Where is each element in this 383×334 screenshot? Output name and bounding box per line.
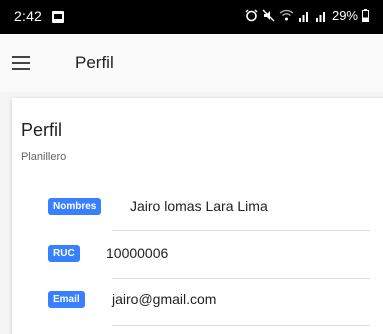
nombres-value: Jairo lomas Lara Lima <box>130 198 268 214</box>
ruc-divider <box>112 278 370 279</box>
ruc-badge: RUC <box>48 245 80 262</box>
signal-icon <box>298 11 308 22</box>
menu-icon[interactable] <box>12 51 36 75</box>
wifi-icon <box>279 9 294 21</box>
app-title: Perfil <box>75 53 114 72</box>
status-time: 2:42 <box>14 8 43 24</box>
email-value: jairo@gmail.com <box>112 291 217 307</box>
profile-title: Perfil <box>21 120 63 140</box>
image-notification-icon <box>52 11 64 23</box>
battery-level: 29% <box>331 8 358 23</box>
profile-subtitle: Planillero <box>21 151 67 163</box>
signal-icon-2 <box>315 11 325 22</box>
battery-icon <box>362 9 369 22</box>
email-badge: Email <box>48 291 85 308</box>
mute-icon <box>262 9 275 22</box>
alarm-icon <box>245 9 258 22</box>
ruc-value: 10000006 <box>106 245 169 261</box>
app-bar: Perfil <box>0 34 383 92</box>
nombres-divider <box>112 230 370 231</box>
nombres-badge: Nombres <box>48 198 102 215</box>
status-bar: 2:42 29% <box>0 0 383 34</box>
email-divider <box>112 325 370 326</box>
status-icons: 29% <box>245 8 369 23</box>
